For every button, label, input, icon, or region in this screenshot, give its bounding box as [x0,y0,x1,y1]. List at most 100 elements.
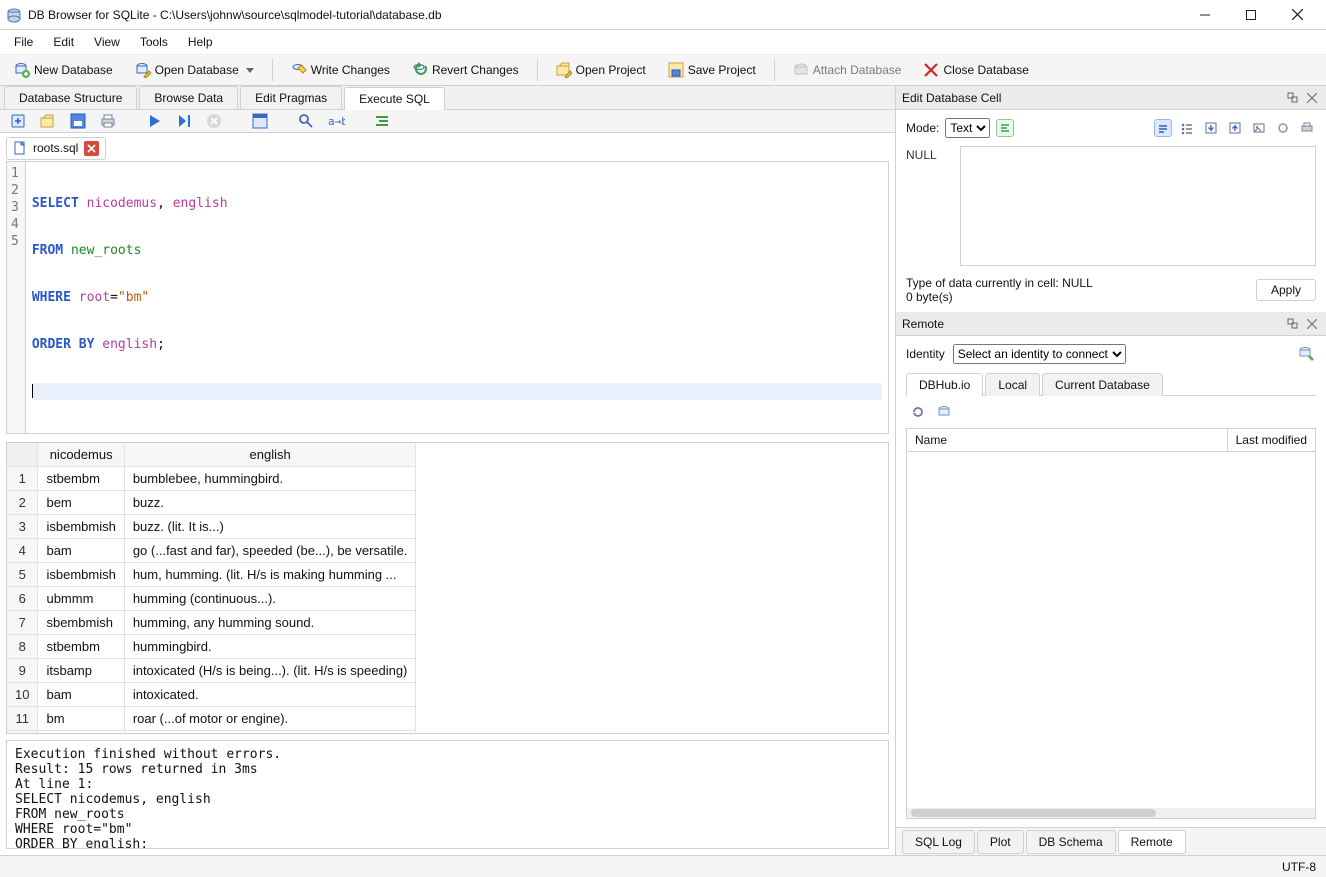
print-cell-icon[interactable] [1298,119,1316,137]
menu-help[interactable]: Help [178,33,223,51]
tab-browse-data[interactable]: Browse Data [139,86,238,109]
bottom-tab-db-schema[interactable]: DB Schema [1026,830,1116,854]
new-sql-tab-icon[interactable] [8,111,28,131]
cell-english[interactable]: humming, any humming sound. [124,610,416,634]
tab-database-structure[interactable]: Database Structure [4,86,137,109]
menu-file[interactable]: File [4,33,43,51]
write-changes-button[interactable]: Write Changes [283,58,398,82]
remote-col-modified[interactable]: Last modified [1228,429,1315,451]
table-row[interactable]: 2bembuzz. [7,490,416,514]
table-row[interactable]: 12bampspeeded (He...), tipsy (He became.… [7,730,416,733]
cell-english[interactable]: bumblebee, hummingbird. [124,466,416,490]
table-row[interactable]: 1stbembmbumblebee, hummingbird. [7,466,416,490]
save-results-icon[interactable] [250,111,270,131]
cell-nicodemus[interactable]: bamp [38,730,124,733]
cell-english[interactable]: intoxicated. [124,682,416,706]
table-row[interactable]: 7sbembmishhumming, any humming sound. [7,610,416,634]
bottom-tab-plot[interactable]: Plot [977,830,1024,854]
panel-close-icon[interactable] [1304,316,1320,332]
revert-changes-button[interactable]: Revert Changes [404,58,527,82]
remote-tab-local[interactable]: Local [985,373,1040,396]
list-mode-icon[interactable] [1178,119,1196,137]
file-tab-roots[interactable]: roots.sql [6,137,106,160]
results-header-english[interactable]: english [124,443,416,467]
cell-english[interactable]: buzz. [124,490,416,514]
menu-tools[interactable]: Tools [130,33,178,51]
null-icon[interactable] [1274,119,1292,137]
cell-nicodemus[interactable]: bam [38,682,124,706]
panel-undock-icon[interactable] [1284,90,1300,106]
cell-nicodemus[interactable]: stbembm [38,466,124,490]
identity-select[interactable]: Select an identity to connect [953,344,1126,364]
bottom-tab-sql-log[interactable]: SQL Log [902,830,975,854]
results-header-nicodemus[interactable]: nicodemus [38,443,124,467]
cell-english[interactable]: speeded (He...), tipsy (He became...). [124,730,416,733]
cell-english[interactable]: buzz. (lit. It is...) [124,514,416,538]
cell-nicodemus[interactable]: isbembmish [38,562,124,586]
table-row[interactable]: 4bamgo (...fast and far), speeded (be...… [7,538,416,562]
find-icon[interactable] [296,111,316,131]
cell-nicodemus[interactable]: sbembmish [38,610,124,634]
find-replace-icon[interactable]: a→b [326,111,346,131]
cell-english[interactable]: hummingbird. [124,634,416,658]
bottom-tab-remote[interactable]: Remote [1118,830,1186,854]
apply-button[interactable]: Apply [1256,279,1316,301]
close-database-button[interactable]: Close Database [915,58,1036,82]
table-row[interactable]: 10bamintoxicated. [7,682,416,706]
maximize-button[interactable] [1228,0,1274,30]
results-table-wrap[interactable]: nicodemus english 1stbembmbumblebee, hum… [6,442,889,734]
import-icon[interactable] [1202,119,1220,137]
cell-english[interactable]: hum, humming. (lit. H/s is making hummin… [124,562,416,586]
remote-col-name[interactable]: Name [907,429,1228,451]
menu-view[interactable]: View [84,33,130,51]
tab-execute-sql[interactable]: Execute SQL [344,87,445,110]
chevron-down-icon[interactable] [246,68,254,73]
cell-nicodemus[interactable]: itsbamp [38,658,124,682]
close-file-tab-button[interactable] [84,141,99,156]
table-row[interactable]: 3isbembmishbuzz. (lit. It is...) [7,514,416,538]
remote-tab-current[interactable]: Current Database [1042,373,1163,396]
table-row[interactable]: 5isbembmishhum, humming. (lit. H/s is ma… [7,562,416,586]
remote-db-icon[interactable] [936,404,952,420]
cell-nicodemus[interactable]: bm [38,706,124,730]
remote-connect-icon[interactable] [1298,345,1316,363]
open-project-button[interactable]: Open Project [548,58,654,82]
remote-tab-dbhub[interactable]: DBHub.io [906,373,983,396]
cell-text-editor[interactable] [960,146,1316,266]
print-icon[interactable] [98,111,118,131]
open-sql-file-icon[interactable] [38,111,58,131]
cell-english[interactable]: roar (...of motor or engine). [124,706,416,730]
minimize-button[interactable] [1182,0,1228,30]
new-database-button[interactable]: New Database [6,58,121,82]
close-button[interactable] [1274,0,1320,30]
execution-log[interactable]: Execution finished without errors. Resul… [6,740,889,849]
text-mode-icon[interactable] [1154,119,1172,137]
cell-nicodemus[interactable]: stbembm [38,634,124,658]
remote-refresh-icon[interactable] [910,404,926,420]
sql-body[interactable]: SELECT nicodemus, english FROM new_roots… [26,162,888,433]
cell-english[interactable]: intoxicated (H/s is being...). (lit. H/s… [124,658,416,682]
indent-icon[interactable] [372,111,392,131]
table-row[interactable]: 11bmroar (...of motor or engine). [7,706,416,730]
panel-undock-icon[interactable] [1284,316,1300,332]
open-database-button[interactable]: Open Database [127,58,262,82]
cell-english[interactable]: go (...fast and far), speeded (be...), b… [124,538,416,562]
table-row[interactable]: 9itsbampintoxicated (H/s is being...). (… [7,658,416,682]
cell-nicodemus[interactable]: ubmmm [38,586,124,610]
save-project-button[interactable]: Save Project [660,58,764,82]
cell-english[interactable]: humming (continuous...). [124,586,416,610]
mode-select[interactable]: Text [945,118,990,138]
stop-icon[interactable] [204,111,224,131]
remote-hscrollbar[interactable] [907,808,1315,818]
table-row[interactable]: 8stbembmhummingbird. [7,634,416,658]
menu-edit[interactable]: Edit [43,33,84,51]
cell-nicodemus[interactable]: isbembmish [38,514,124,538]
cell-nicodemus[interactable]: bam [38,538,124,562]
cell-nicodemus[interactable]: bem [38,490,124,514]
export-icon[interactable] [1226,119,1244,137]
encoding-indicator[interactable]: UTF-8 [1282,860,1316,874]
panel-close-icon[interactable] [1304,90,1320,106]
remote-list[interactable]: Name Last modified [906,428,1316,819]
table-row[interactable]: 6ubmmmhumming (continuous...). [7,586,416,610]
attach-database-button[interactable]: Attach Database [785,58,910,82]
